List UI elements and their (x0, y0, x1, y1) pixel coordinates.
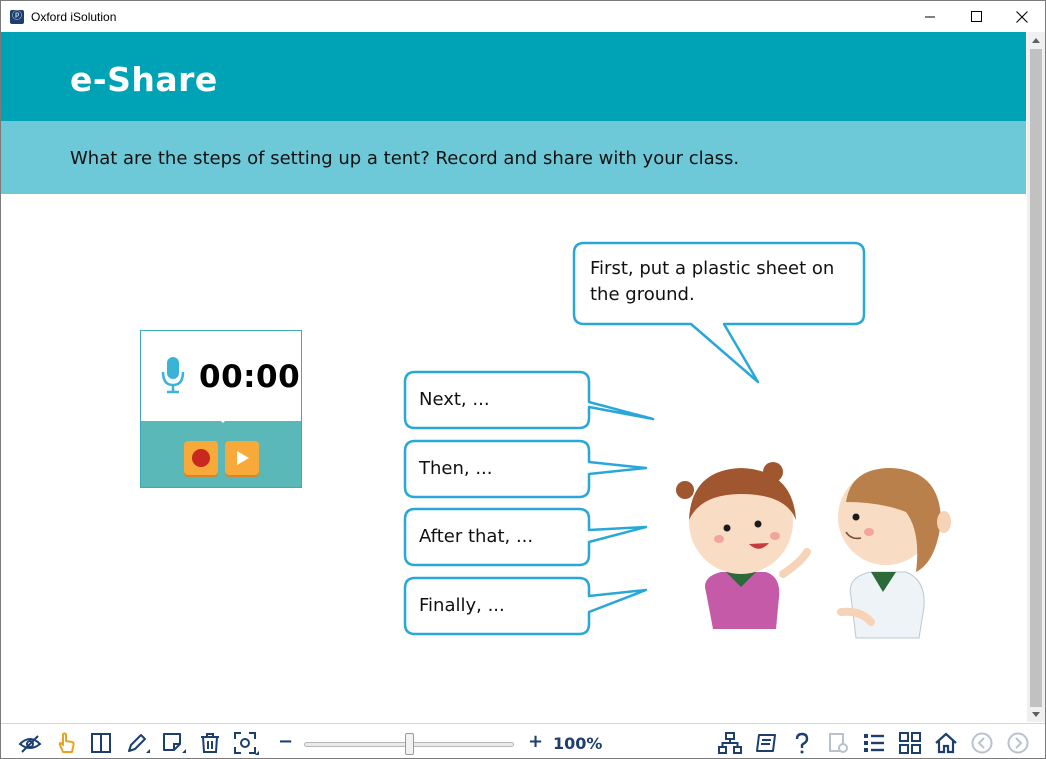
bubble-first-line-1: First, put a plastic sheet on (590, 258, 835, 279)
scroll-up-icon (1032, 37, 1040, 43)
pen-icon (128, 734, 150, 753)
zoom-out-button[interactable]: − (278, 731, 293, 752)
sticky-note-icon (163, 733, 186, 753)
zoom-level: 100% (553, 734, 603, 753)
bubble-finally-text: Finally, ... (419, 595, 505, 616)
sitemap-button[interactable] (717, 730, 743, 756)
maximize-button[interactable] (953, 1, 999, 32)
home-icon (935, 732, 957, 754)
bubble-then-text: Then, ... (419, 458, 493, 479)
minimize-button[interactable] (907, 1, 953, 32)
speech-bubbles: First, put a plastic sheet on the ground… (1, 32, 1026, 722)
title-bar: ⓟ Oxford iSolution (1, 1, 1045, 32)
hide-annotations-button[interactable] (17, 730, 43, 756)
home-button[interactable] (933, 730, 959, 756)
girl-character (676, 462, 811, 629)
children-illustration (676, 462, 951, 639)
help-icon (795, 732, 809, 754)
notebook-button[interactable] (753, 730, 779, 756)
list-icon (864, 734, 884, 752)
app-window: ⓟ Oxford iSolution e-Share What are the … (0, 0, 1046, 759)
trash-icon (201, 733, 219, 753)
window-title: Oxford iSolution (31, 9, 117, 24)
close-icon (1016, 10, 1028, 23)
scroll-down-icon (1032, 711, 1040, 717)
list-view-button[interactable] (861, 730, 887, 756)
screen-capture-button[interactable] (233, 730, 259, 756)
minimize-icon (924, 16, 935, 18)
previous-icon (971, 732, 993, 754)
next-page-button[interactable] (1005, 730, 1031, 756)
sitemap-icon (718, 732, 742, 754)
settings-button[interactable] (825, 730, 851, 756)
hand-pointer-icon (58, 732, 75, 753)
bubble-shapes (403, 241, 951, 639)
bubble-after-text: After that, ... (419, 526, 534, 547)
screenshot-icon (234, 732, 259, 755)
pointer-tool-button[interactable] (53, 730, 79, 756)
vertical-scrollbar[interactable] (1027, 32, 1045, 722)
grid-icon (899, 732, 921, 754)
delete-button[interactable] (197, 730, 223, 756)
grid-view-button[interactable] (897, 730, 923, 756)
bottom-toolbar: − + 100% (1, 723, 1045, 758)
split-view-icon (91, 733, 111, 753)
bubble-first-text: First, put a plastic sheet on the ground… (590, 256, 834, 308)
scroll-thumb[interactable] (1030, 49, 1042, 707)
help-button[interactable] (789, 730, 815, 756)
next-icon (1007, 732, 1029, 754)
pen-tool-button[interactable] (125, 730, 151, 756)
boy-character (837, 468, 951, 639)
settings-icon (829, 733, 848, 753)
previous-page-button[interactable] (969, 730, 995, 756)
page-content: e-Share What are the steps of setting up… (1, 32, 1026, 722)
bubble-next-text: Next, ... (419, 389, 490, 410)
recorder-notch (217, 417, 229, 423)
zoom-slider-thumb[interactable] (404, 733, 414, 755)
eye-slash-icon (18, 735, 42, 753)
bubble-first-line-2: the ground. (590, 284, 695, 305)
split-view-button[interactable] (88, 730, 114, 756)
oxford-app-icon: ⓟ (10, 9, 24, 24)
window-controls (907, 1, 1045, 32)
notebook-icon (756, 734, 776, 752)
scroll-up-button[interactable] (1027, 32, 1045, 48)
scroll-down-button[interactable] (1027, 706, 1045, 722)
sticky-note-button[interactable] (161, 730, 187, 756)
maximize-icon (970, 11, 982, 22)
close-button[interactable] (999, 1, 1045, 32)
zoom-in-button[interactable]: + (528, 731, 543, 752)
